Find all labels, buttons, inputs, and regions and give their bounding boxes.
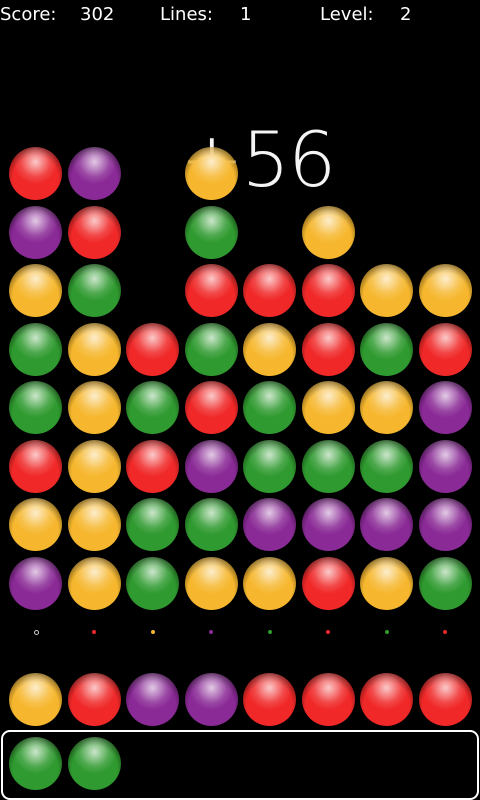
column-marker-dot [150, 630, 155, 634]
green-ball[interactable] [360, 322, 413, 376]
green-ball[interactable] [243, 439, 296, 493]
yellow-ball[interactable] [184, 556, 238, 610]
red-ball[interactable] [418, 322, 472, 376]
red-ball[interactable] [184, 264, 238, 317]
column-marker-dot [384, 630, 389, 634]
red-ball[interactable] [301, 322, 355, 376]
incoming-red-ball [67, 673, 121, 726]
red-ball[interactable] [184, 381, 238, 434]
green-ball[interactable] [126, 381, 179, 434]
level-value: 2 [400, 4, 412, 25]
incoming-red-ball [418, 673, 472, 726]
purple-ball[interactable] [360, 498, 413, 551]
red-ball[interactable] [126, 322, 179, 376]
red-ball[interactable] [301, 264, 355, 317]
purple-ball[interactable] [418, 381, 472, 434]
score-label: Score: [0, 4, 57, 25]
green-ball[interactable] [243, 381, 296, 434]
red-ball[interactable] [9, 439, 62, 493]
green-ball[interactable] [126, 556, 179, 610]
column-marker-dot [267, 630, 272, 634]
level-label: Level: [320, 4, 374, 25]
purple-ball[interactable] [67, 147, 121, 200]
purple-ball[interactable] [9, 556, 62, 610]
purple-ball[interactable] [9, 205, 62, 259]
purple-ball[interactable] [184, 439, 238, 493]
column-marker-dot [209, 630, 213, 634]
green-ball[interactable] [184, 498, 238, 551]
green-ball[interactable] [126, 498, 179, 551]
incoming-red-ball [243, 673, 296, 726]
yellow-ball[interactable] [301, 381, 355, 434]
red-ball[interactable] [9, 147, 62, 200]
purple-ball[interactable] [418, 439, 472, 493]
lines-value: 1 [240, 4, 252, 25]
red-ball[interactable] [243, 264, 296, 317]
yellow-ball[interactable] [9, 264, 62, 317]
yellow-ball[interactable] [9, 498, 62, 551]
purple-ball[interactable] [243, 498, 296, 551]
column-marker-dot [92, 630, 96, 634]
green-ball[interactable] [301, 439, 355, 493]
tray-green-ball[interactable] [9, 737, 62, 790]
purple-ball[interactable] [301, 498, 355, 551]
green-ball[interactable] [184, 322, 238, 376]
yellow-ball[interactable] [360, 381, 413, 434]
green-ball[interactable] [67, 264, 121, 317]
green-ball[interactable] [418, 556, 472, 610]
yellow-ball[interactable] [67, 322, 121, 376]
tray-green-ball[interactable] [67, 737, 121, 790]
yellow-ball[interactable] [67, 498, 121, 551]
green-ball[interactable] [9, 322, 62, 376]
incoming-yellow-ball [9, 673, 62, 726]
column-marker-dot [443, 630, 447, 634]
yellow-ball[interactable] [360, 556, 413, 610]
incoming-purple-ball [126, 673, 179, 726]
column-marker-dot [326, 630, 330, 634]
yellow-ball[interactable] [418, 264, 472, 317]
purple-ball[interactable] [418, 498, 472, 551]
incoming-red-ball [301, 673, 355, 726]
yellow-ball[interactable] [301, 205, 355, 259]
green-ball[interactable] [360, 439, 413, 493]
incoming-red-ball [360, 673, 413, 726]
red-ball[interactable] [67, 205, 121, 259]
yellow-ball[interactable] [243, 322, 296, 376]
green-ball[interactable] [9, 381, 62, 434]
red-ball[interactable] [301, 556, 355, 610]
red-ball[interactable] [126, 439, 179, 493]
score-value: 302 [80, 4, 115, 25]
yellow-ball[interactable] [67, 439, 121, 493]
yellow-ball[interactable] [360, 264, 413, 317]
yellow-ball[interactable] [243, 556, 296, 610]
yellow-ball[interactable] [67, 381, 121, 434]
column-marker-dot [33, 630, 39, 635]
falling-yellow-ball [184, 147, 238, 200]
incoming-purple-ball [184, 673, 238, 726]
green-ball[interactable] [184, 205, 238, 259]
lines-label: Lines: [160, 4, 213, 25]
yellow-ball[interactable] [67, 556, 121, 610]
